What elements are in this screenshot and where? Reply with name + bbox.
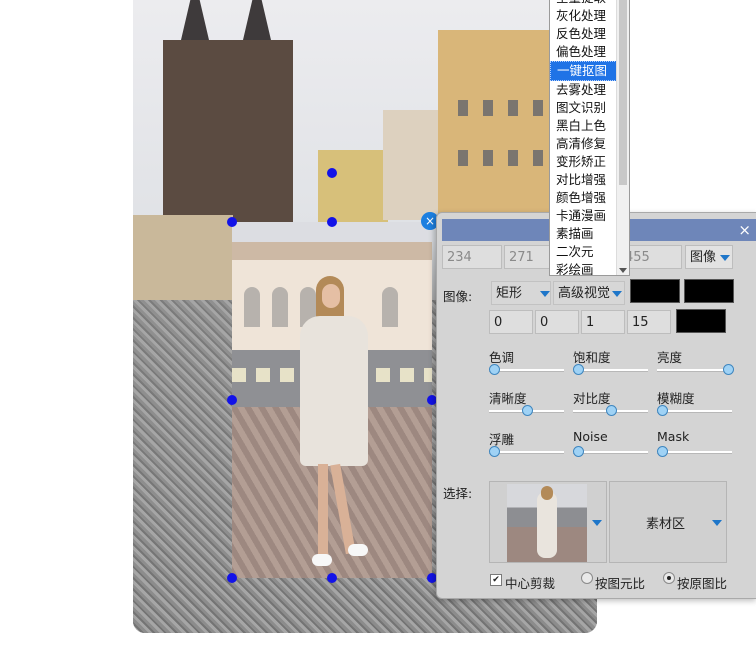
resize-handle-top[interactable]	[327, 217, 337, 227]
dropdown-item[interactable]: 反色处理	[550, 25, 617, 43]
material-select[interactable]: 素材区	[609, 481, 727, 563]
param-field-4[interactable]: 15	[627, 310, 671, 334]
slider-knob[interactable]	[489, 364, 500, 375]
x-field[interactable]: 234	[442, 245, 502, 269]
dropdown-item[interactable]: 全量提取	[550, 0, 617, 7]
ratio-radio-element[interactable]	[581, 572, 593, 584]
slider-knob[interactable]	[657, 446, 668, 457]
chevron-down-icon	[592, 520, 602, 526]
slider[interactable]	[489, 363, 564, 377]
dropdown-item[interactable]: 高清修复	[550, 135, 617, 153]
dropdown-item[interactable]: 卡通漫画	[550, 207, 617, 225]
slider-track[interactable]	[657, 451, 732, 454]
slider-knob[interactable]	[522, 405, 533, 416]
chevron-down-icon	[712, 520, 722, 526]
slider-track[interactable]	[489, 369, 564, 372]
param-field-3[interactable]: 1	[581, 310, 625, 334]
slider[interactable]	[657, 445, 732, 459]
param-field-1[interactable]: 0	[489, 310, 533, 334]
slider-knob[interactable]	[489, 446, 500, 457]
dropdown-item[interactable]: 图文识别	[550, 99, 617, 117]
dropdown-item[interactable]: 一键抠图	[550, 61, 617, 81]
scroll-down-arrow-icon[interactable]	[619, 268, 627, 273]
slider-track[interactable]	[657, 369, 732, 372]
ratio-label-original: 按原图比	[677, 576, 728, 591]
slider[interactable]	[573, 445, 648, 459]
image-label: 图像:	[443, 289, 473, 304]
slider-knob[interactable]	[573, 446, 584, 457]
panel-close-button[interactable]: ×	[738, 221, 751, 239]
photo-building	[133, 215, 233, 305]
dropdown-scrollbar[interactable]	[616, 0, 629, 275]
slider-track[interactable]	[657, 410, 732, 413]
slider[interactable]	[489, 404, 564, 418]
thumbnail-image	[507, 484, 587, 562]
resize-handle-bottom-left[interactable]	[227, 573, 237, 583]
slider-knob[interactable]	[723, 364, 734, 375]
select-label: 选择:	[443, 486, 473, 501]
slider[interactable]	[573, 404, 648, 418]
dropdown-item[interactable]: 灰化处理	[550, 7, 617, 25]
chevron-down-icon	[540, 290, 551, 297]
slider-label: Mask	[657, 429, 690, 444]
color-swatch-2[interactable]	[684, 279, 734, 303]
chevron-down-icon	[720, 254, 731, 261]
shape-select[interactable]: 矩形	[491, 281, 551, 305]
dropdown-item[interactable]: 去雾处理	[550, 81, 617, 99]
mode-select[interactable]: 图像	[685, 245, 733, 269]
center-crop-checkbox[interactable]: ✔	[490, 574, 502, 586]
dropdown-item[interactable]: 素描画	[550, 225, 617, 243]
image-thumbnail-select[interactable]	[489, 481, 607, 563]
slider-knob[interactable]	[573, 364, 584, 375]
ratio-label-element: 按图元比	[595, 576, 646, 591]
dropdown-item[interactable]: 二次元	[550, 243, 617, 261]
resize-handle-left[interactable]	[227, 395, 237, 405]
slider[interactable]	[657, 404, 732, 418]
photo-building	[383, 110, 443, 220]
material-label: 素材区	[646, 517, 686, 532]
slider[interactable]	[489, 445, 564, 459]
height-field[interactable]: 455	[622, 245, 682, 269]
slider[interactable]	[657, 363, 734, 377]
shape-select-value: 矩形	[496, 286, 523, 301]
filter-dropdown-list[interactable]: 全量提取灰化处理反色处理偏色处理一键抠图去雾处理图文识别黑白上色高清修复变形矫正…	[549, 0, 630, 276]
chevron-down-icon	[612, 290, 623, 297]
person-figure	[294, 276, 374, 576]
slider-label: Noise	[573, 429, 608, 444]
slider-track[interactable]	[489, 451, 564, 454]
photo-church	[163, 0, 293, 240]
scrollbar-thumb[interactable]	[619, 0, 627, 185]
dropdown-item[interactable]: 黑白上色	[550, 117, 617, 135]
resize-handle-top-left[interactable]	[227, 217, 237, 227]
color-swatch-3[interactable]	[676, 309, 726, 333]
dropdown-item[interactable]: 对比增强	[550, 171, 617, 189]
crop-selection-image[interactable]	[232, 222, 432, 578]
slider[interactable]	[573, 363, 648, 377]
resize-handle-bottom[interactable]	[327, 573, 337, 583]
param-field-2[interactable]: 0	[535, 310, 579, 334]
view-select[interactable]: 高级视觉	[553, 281, 625, 305]
dropdown-item[interactable]: 偏色处理	[550, 43, 617, 61]
center-crop-label: 中心剪裁	[505, 576, 556, 591]
rotate-handle[interactable]	[327, 168, 337, 178]
mode-select-value: 图像	[690, 250, 717, 265]
slider-track[interactable]	[573, 451, 648, 454]
slider-knob[interactable]	[657, 405, 668, 416]
view-select-value: 高级视觉	[558, 286, 611, 301]
color-swatch-1[interactable]	[630, 279, 680, 303]
dropdown-item[interactable]: 变形矫正	[550, 153, 617, 171]
slider-track[interactable]	[573, 369, 648, 372]
dropdown-item[interactable]: 彩绘画	[550, 261, 617, 275]
ratio-radio-original[interactable]	[663, 572, 675, 584]
dropdown-item[interactable]: 颜色增强	[550, 189, 617, 207]
slider-knob[interactable]	[606, 405, 617, 416]
